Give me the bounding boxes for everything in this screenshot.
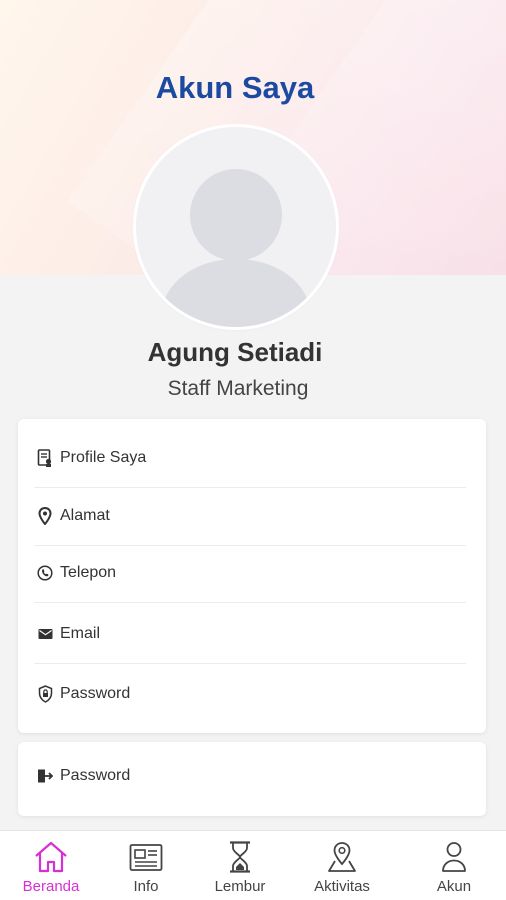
user-icon bbox=[440, 839, 468, 875]
avatar-placeholder-head bbox=[190, 169, 282, 261]
menu-item-address[interactable]: Alamat bbox=[34, 486, 466, 546]
menu-item-label: Telepon bbox=[60, 563, 117, 581]
news-icon bbox=[129, 839, 163, 875]
phone-icon bbox=[36, 564, 54, 582]
account-menu-card: Profile Saya Alamat Telepon Email Passwo… bbox=[18, 419, 486, 733]
menu-item-label: Profile Saya bbox=[60, 448, 147, 466]
hourglass-icon bbox=[227, 839, 253, 875]
menu-item-profile[interactable]: Profile Saya bbox=[34, 428, 466, 488]
user-role: Staff Marketing bbox=[167, 377, 309, 400]
mail-icon bbox=[36, 625, 54, 643]
logout-card: Password bbox=[18, 742, 486, 816]
nav-label: Lembur bbox=[214, 878, 266, 895]
nav-label: Beranda bbox=[22, 878, 80, 895]
home-icon bbox=[33, 839, 69, 875]
shield-lock-icon bbox=[36, 685, 54, 703]
menu-item-password[interactable]: Password bbox=[34, 664, 466, 724]
nav-label: Aktivitas bbox=[314, 878, 370, 895]
nav-item-lembur[interactable]: Lembur bbox=[190, 831, 290, 900]
nav-item-akun[interactable]: Akun bbox=[404, 831, 504, 900]
nav-label: Info bbox=[133, 878, 159, 895]
map-pin-icon bbox=[326, 839, 358, 875]
avatar[interactable] bbox=[136, 127, 336, 327]
nav-item-info[interactable]: Info bbox=[96, 831, 196, 900]
location-pin-icon bbox=[36, 506, 54, 525]
menu-item-label: Email bbox=[60, 624, 101, 642]
nav-item-aktivitas[interactable]: Aktivitas bbox=[292, 831, 392, 900]
avatar-placeholder-body bbox=[162, 259, 310, 327]
logout-icon bbox=[36, 767, 54, 785]
bottom-navigation: Beranda Info Lembur Aktivitas Akun bbox=[0, 830, 506, 900]
menu-item-label: Alamat bbox=[60, 506, 110, 524]
id-card-icon bbox=[36, 448, 54, 467]
menu-item-phone[interactable]: Telepon bbox=[34, 543, 466, 603]
menu-item-label: Password bbox=[60, 685, 131, 702]
nav-item-beranda[interactable]: Beranda bbox=[1, 831, 101, 900]
user-name: Agung Setiadi bbox=[147, 337, 323, 367]
page-title: Akun Saya bbox=[155, 70, 315, 105]
menu-item-email[interactable]: Email bbox=[34, 604, 466, 664]
logout-button[interactable]: Password bbox=[34, 746, 466, 806]
logout-label: Password bbox=[60, 767, 131, 784]
nav-label: Akun bbox=[436, 878, 472, 895]
